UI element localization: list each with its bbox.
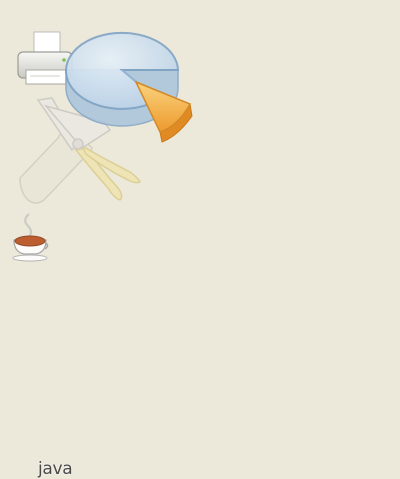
pie-chart-icon[interactable] <box>62 24 196 148</box>
java-icon-label: java <box>38 459 73 479</box>
desktop: java <box>0 0 400 479</box>
java-icon[interactable]: java <box>12 212 73 479</box>
